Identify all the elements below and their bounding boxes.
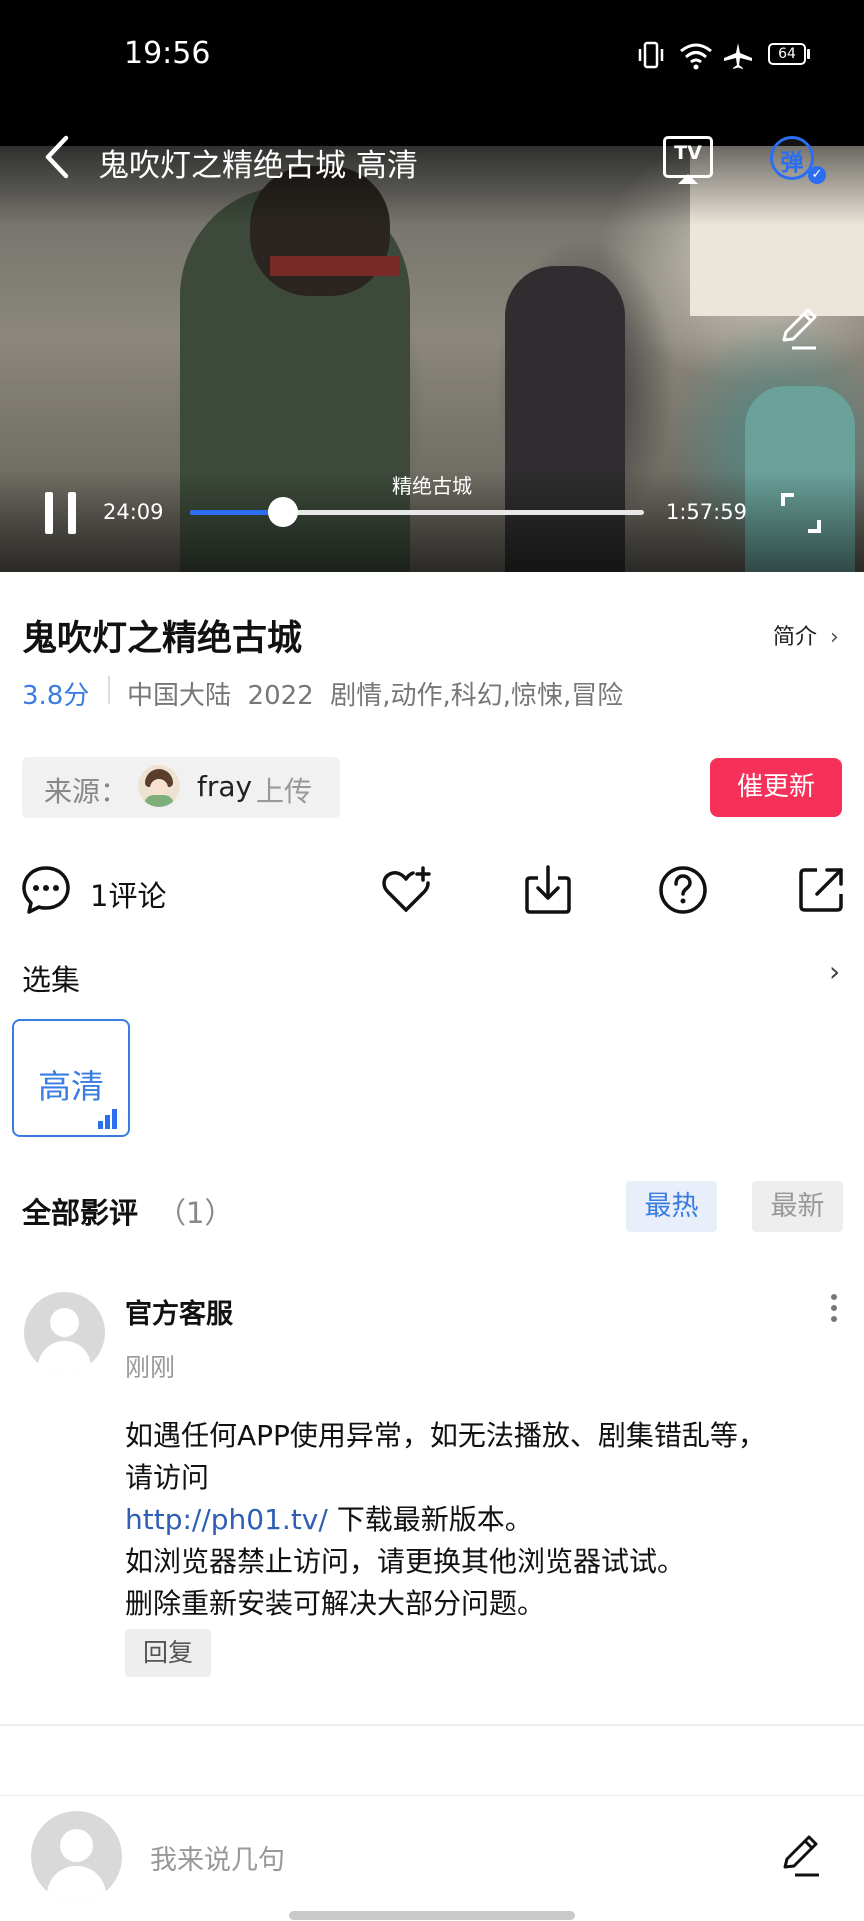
- cast-tv-icon[interactable]: TV: [663, 136, 713, 178]
- danmaku-label: 弹: [780, 150, 804, 176]
- review-text-line: http://ph01.tv/ 下载最新版本。: [125, 1498, 533, 1538]
- fullscreen-icon[interactable]: [780, 492, 822, 534]
- progress-thumb[interactable]: [268, 497, 298, 527]
- danmaku-check-icon: ✓: [808, 166, 826, 184]
- reviews-title: 全部影评: [22, 1196, 139, 1230]
- episodes-label: 选集: [22, 963, 81, 997]
- reviewer-avatar[interactable]: [24, 1292, 105, 1373]
- comment-bar: [0, 1795, 864, 1921]
- reviews-count: （1）: [157, 1196, 234, 1230]
- edit-danmaku-icon[interactable]: [776, 306, 820, 352]
- sort-new-tab[interactable]: 最新: [752, 1181, 843, 1232]
- battery-tip: [807, 49, 810, 59]
- user-avatar[interactable]: [31, 1811, 122, 1902]
- review-text-suffix: 下载最新版本。: [327, 1503, 533, 1536]
- battery-level: 64: [778, 46, 796, 62]
- sort-hot-tab[interactable]: 最热: [626, 1181, 717, 1232]
- avatar-head: [50, 1308, 79, 1337]
- meta-divider: [108, 676, 110, 704]
- avatar-shoulders: [38, 1341, 91, 1373]
- review-link[interactable]: http://ph01.tv/: [125, 1503, 328, 1536]
- comment-count[interactable]: 1评论: [90, 873, 166, 915]
- favorite-add-icon[interactable]: [380, 864, 432, 916]
- avatar-head: [60, 1829, 93, 1862]
- cast-triangle: [678, 174, 698, 184]
- comment-input[interactable]: 我来说几句: [150, 1838, 285, 1877]
- uploader-avatar: [138, 765, 180, 807]
- pause-icon-bar-left[interactable]: [45, 492, 53, 534]
- intro-label: 简介: [773, 625, 818, 650]
- write-comment-icon[interactable]: [779, 1833, 823, 1879]
- comment-icon[interactable]: [20, 864, 72, 916]
- help-icon[interactable]: [657, 864, 709, 916]
- review-text-line: 如遇任何APP使用异常，如无法播放、剧集错乱等，: [125, 1419, 766, 1452]
- airplane-icon: [724, 43, 752, 69]
- review-text-line: 请访问: [125, 1461, 210, 1494]
- urge-update-button[interactable]: 催更新: [710, 758, 842, 817]
- review-text-line: 如浏览器禁止访问，请更换其他浏览器试试。: [125, 1545, 686, 1578]
- movie-title: 鬼吹灯之精绝古城: [22, 619, 303, 659]
- cast-tv-label: TV: [674, 142, 702, 164]
- video-title: 鬼吹灯之精绝古城 高清: [98, 148, 418, 184]
- back-arrow-icon[interactable]: [40, 134, 74, 180]
- video-headband: [270, 256, 400, 276]
- episode-caption: 精绝古城: [392, 474, 472, 498]
- movie-meta: 中国大陆 2022 剧情,动作,科幻,惊悚,冒险: [127, 681, 624, 711]
- total-duration: 1:57:59: [666, 500, 747, 524]
- reply-button[interactable]: 回复: [125, 1629, 211, 1677]
- reviewer-name: 官方客服: [125, 1299, 233, 1330]
- rating-score: 3.8分: [22, 681, 90, 711]
- pause-icon-bar-right[interactable]: [68, 492, 76, 534]
- download-icon[interactable]: [522, 864, 574, 916]
- upload-suffix: 上传: [256, 775, 313, 808]
- home-indicator[interactable]: [289, 1911, 575, 1920]
- episode-label: 高清: [38, 1067, 104, 1106]
- episodes-chevron-icon[interactable]: ›: [829, 955, 840, 988]
- vibrate-icon: [638, 41, 664, 69]
- wifi-icon: [680, 43, 712, 70]
- share-icon[interactable]: [795, 864, 847, 916]
- avatar-shoulders: [47, 1866, 106, 1902]
- more-options-icon[interactable]: [830, 1292, 838, 1326]
- section-divider: [0, 1724, 864, 1726]
- chevron-right-icon: ›: [830, 625, 839, 650]
- status-bar: [0, 0, 864, 146]
- review-time: 刚刚: [125, 1353, 176, 1382]
- status-time: 19:56: [124, 36, 211, 71]
- elapsed-time: 24:09: [103, 500, 164, 524]
- intro-link[interactable]: 简介 ›: [773, 619, 839, 651]
- review-text-line: 删除重新安装可解决大部分问题。: [125, 1587, 546, 1620]
- source-label: 来源：: [44, 775, 129, 808]
- signal-icon: [98, 1109, 118, 1129]
- avatar-body: [144, 795, 174, 807]
- uploader-name: fray: [197, 770, 253, 803]
